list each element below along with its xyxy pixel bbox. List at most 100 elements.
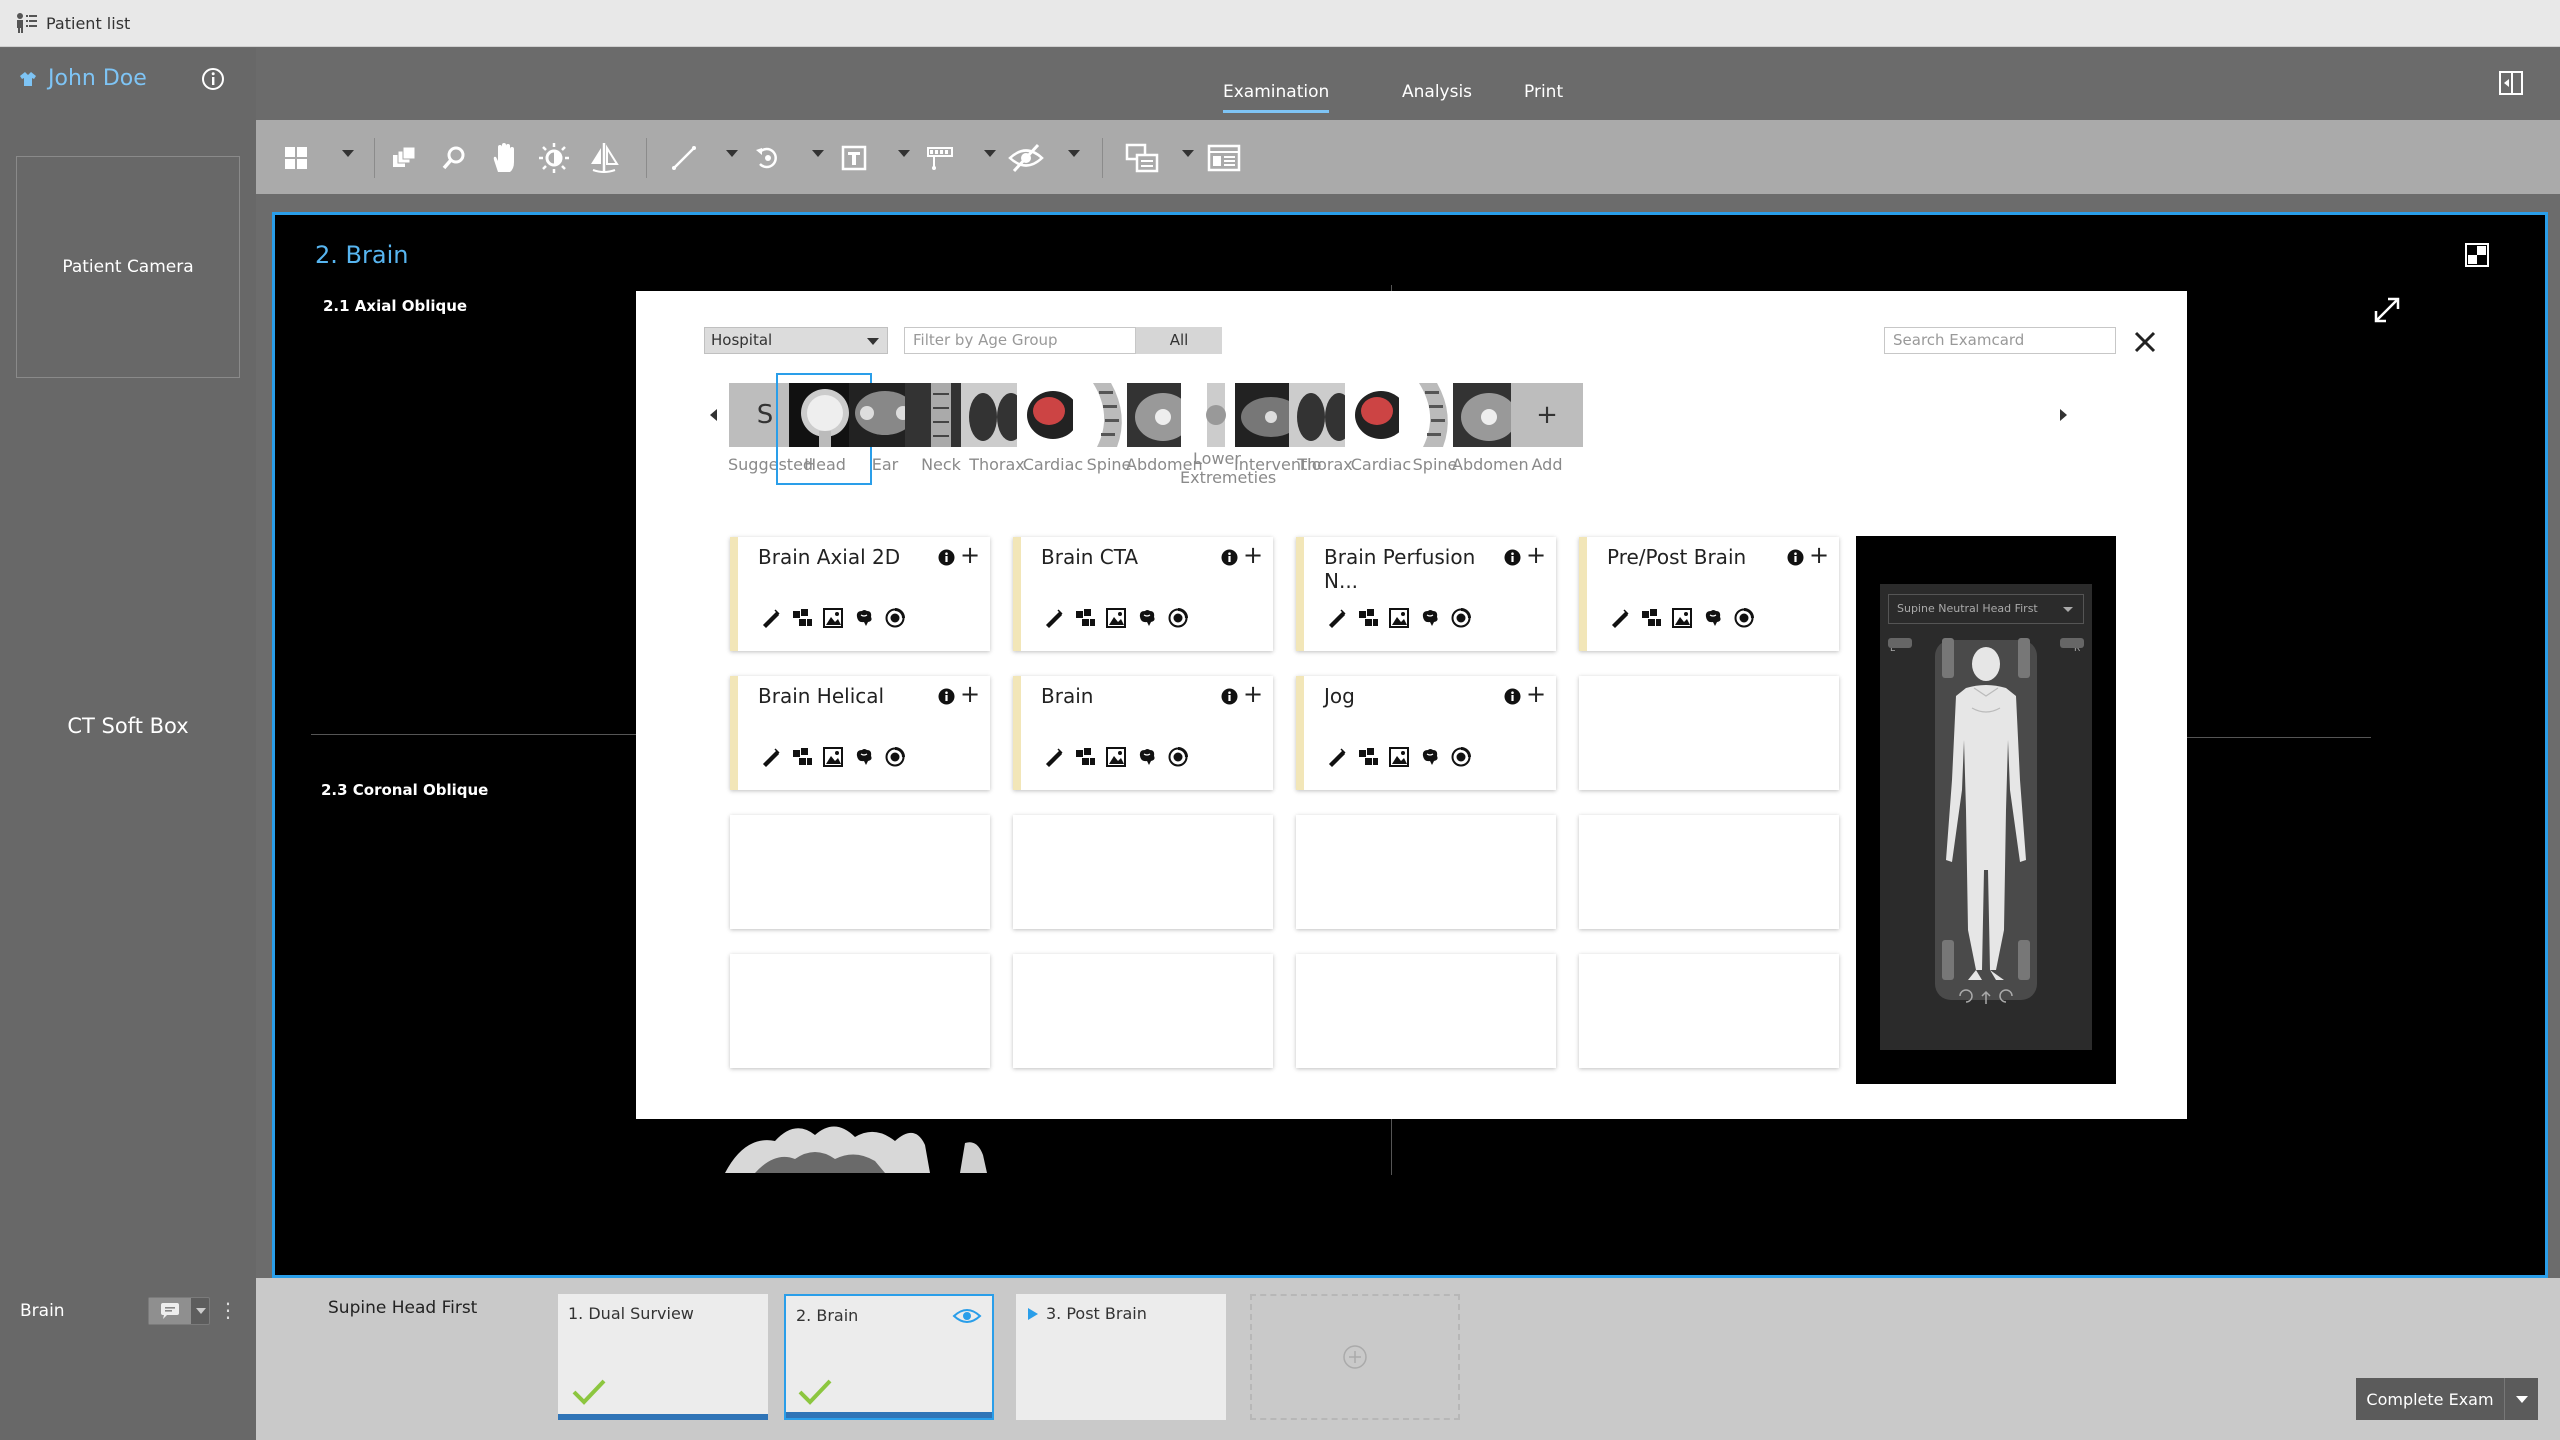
syringe-icon [1609,607,1631,629]
examcard[interactable]: Brain + [1013,676,1273,790]
check-icon [572,1378,606,1406]
patient-info-icon[interactable] [200,66,226,92]
grid-marker-icon[interactable] [922,140,958,176]
examcard[interactable]: Brain Perfusion N... + [1296,537,1556,651]
anatomy-label: Add [1531,455,1563,474]
info-icon[interactable] [938,549,955,566]
brain-icon [853,746,875,768]
expand-icon[interactable] [2372,295,2402,325]
panel-toggle-icon[interactable] [2498,70,2524,96]
info-icon[interactable] [938,688,955,705]
add-examcard-icon[interactable]: + [1526,682,1546,706]
overlay-dropdown-icon[interactable] [1068,150,1080,157]
patient-name: John Doe [48,66,147,91]
examcard[interactable]: Brain CTA + [1013,537,1273,651]
rotate-icon[interactable] [750,140,786,176]
brightness-icon[interactable] [536,140,572,176]
step-brain[interactable]: 2. Brain [784,1294,994,1420]
tab-analysis[interactable]: Analysis [1402,82,1472,102]
info-icon[interactable] [1504,688,1521,705]
compare-icon[interactable] [1124,140,1160,176]
scan-circle-icon [884,607,906,629]
patient-list-button[interactable]: Patient list [14,12,130,34]
ct-scan-image [725,1115,1015,1173]
marker-dropdown-icon[interactable] [984,150,996,157]
text-dropdown-icon[interactable] [898,150,910,157]
position-select[interactable]: Supine Neutral Head First [1888,594,2084,624]
examcard[interactable]: Brain Helical + [730,676,990,790]
eye-icon[interactable] [952,1306,982,1326]
image-icon [1671,607,1693,629]
rotate-dropdown-icon[interactable] [812,150,824,157]
complete-exam-button[interactable]: Complete Exam [2356,1378,2538,1420]
hide-overlay-icon[interactable] [1008,140,1044,176]
add-examcard-icon[interactable]: + [960,543,980,567]
add-examcard-icon[interactable]: + [1243,682,1263,706]
toolbar-separator [374,138,375,178]
coronal-oblique-label: 2.3 Coronal Oblique [321,781,489,799]
image-icon [1388,607,1410,629]
step-post-brain[interactable]: 3. Post Brain [1016,1294,1226,1420]
info-icon[interactable] [1221,549,1238,566]
step-progress-bar [786,1412,992,1418]
syringe-icon [1043,607,1065,629]
viewport-layout-icon[interactable] [2465,243,2489,267]
empty-examcard-slot [730,815,990,929]
patient-position-panel: Supine Neutral Head First L R [1856,536,2116,1084]
stack-icon[interactable] [386,140,422,176]
series-grid-icon [1357,746,1379,768]
more-options-icon[interactable]: ⋮ [218,1298,238,1322]
axial-oblique-label: 2.1 Axial Oblique [323,297,468,315]
measure-line-icon[interactable] [666,140,702,176]
patient-camera-panel[interactable]: Patient Camera [16,156,240,378]
report-icon[interactable] [1206,140,1242,176]
complete-exam-dropdown-icon[interactable] [2504,1378,2538,1420]
add-examcard-icon[interactable]: + [1526,543,1546,567]
close-icon[interactable] [2130,327,2160,357]
info-icon[interactable] [1221,688,1238,705]
info-icon[interactable] [1504,549,1521,566]
examcard-title: Jog [1324,684,1355,708]
empty-examcard-slot [1579,815,1839,929]
add-examcard-icon[interactable]: + [1243,543,1263,567]
examcard-title: Pre/Post Brain [1607,545,1747,569]
all-filter-button[interactable]: All [1136,327,1222,354]
step-progress-bar [558,1414,768,1420]
examcard-title: Brain CTA [1041,545,1139,569]
series-grid-icon [791,607,813,629]
comment-dropdown-icon[interactable] [196,1308,206,1314]
empty-examcard-slot [1296,815,1556,929]
layout-dropdown-icon[interactable] [342,150,354,157]
layout-icon[interactable] [278,140,314,176]
examcard-title: Brain [1041,684,1094,708]
add-examcard-icon[interactable]: + [960,682,980,706]
measure-dropdown-icon[interactable] [726,150,738,157]
hospital-select[interactable]: Hospital [704,327,888,354]
flip-icon[interactable] [586,140,622,176]
patient-name-header[interactable]: John Doe [18,66,147,91]
examcard[interactable]: Brain Axial 2D + [730,537,990,651]
examcard[interactable]: Pre/Post Brain + [1579,537,1839,651]
scan-circle-icon [1167,746,1189,768]
comment-button[interactable] [148,1297,210,1325]
add-step-button[interactable] [1250,1294,1460,1420]
anatomy-item-add[interactable]: + Add [1510,383,1584,474]
image-icon [1105,746,1127,768]
series-grid-icon [1074,746,1096,768]
step-dual-surview[interactable]: 1. Dual Surview [558,1294,768,1420]
add-examcard-icon[interactable]: + [1809,543,1829,567]
ct-soft-box-label: CT Soft Box [67,714,189,738]
image-icon [1388,746,1410,768]
zoom-icon[interactable] [436,140,472,176]
scroll-left-icon[interactable] [710,409,717,421]
info-icon[interactable] [1787,549,1804,566]
scroll-right-icon[interactable] [2060,409,2067,421]
tab-examination[interactable]: Examination [1223,82,1330,113]
compare-dropdown-icon[interactable] [1182,150,1194,157]
age-group-filter-input[interactable]: Filter by Age Group [904,327,1136,354]
examcard[interactable]: Jog + [1296,676,1556,790]
text-annotation-icon[interactable] [836,140,872,176]
tab-print[interactable]: Print [1524,82,1563,102]
search-examcard-input[interactable]: Search Examcard [1884,327,2116,354]
pan-hand-icon[interactable] [486,140,522,176]
